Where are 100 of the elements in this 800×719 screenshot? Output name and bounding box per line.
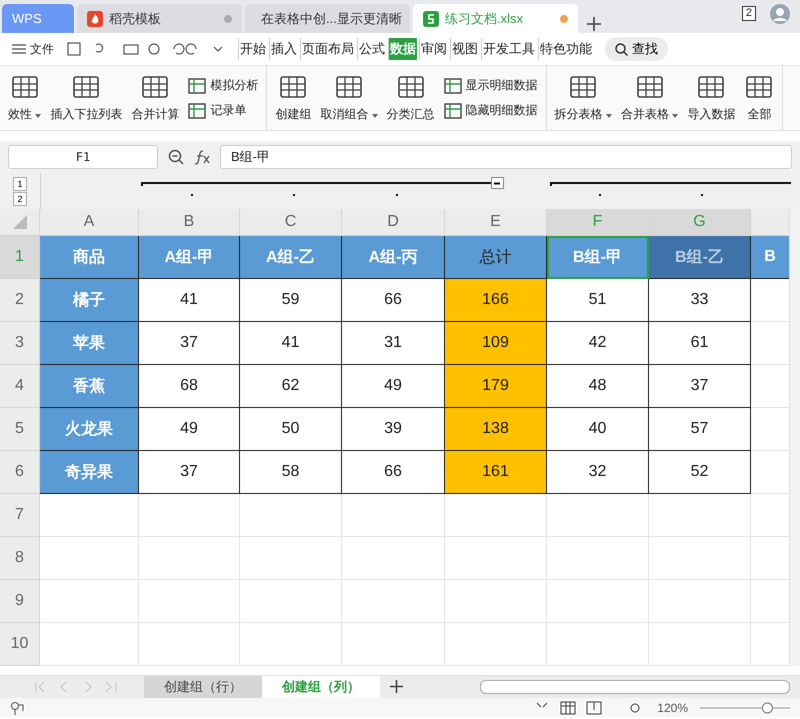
outline-level-button[interactable]: 1 [13, 176, 27, 190]
table-cell: 33 [649, 279, 751, 322]
slider-thumb[interactable] [762, 702, 773, 713]
table-cell: 51 [547, 279, 649, 322]
menu-tab[interactable]: 视图 [450, 38, 479, 60]
row-header[interactable]: 10 [0, 623, 40, 666]
table-cell: 火龙果 [40, 408, 139, 451]
row-header[interactable]: 5 [0, 408, 40, 451]
table-cell: 32 [547, 451, 649, 494]
table-cell: 37 [139, 451, 240, 494]
menu-icon [12, 44, 26, 54]
pin-icon [10, 700, 24, 714]
add-sheet-icon[interactable] [390, 680, 403, 693]
table-cell: 50 [240, 408, 342, 451]
document-tab[interactable]: 稻壳模板 [77, 4, 242, 33]
table-icon [71, 74, 102, 100]
table-cell: 179 [445, 365, 547, 408]
menu-tab[interactable]: 页面布局 [300, 38, 355, 60]
table-cell: 48 [547, 365, 649, 408]
table-cell: 41 [139, 279, 240, 322]
table-icon [188, 102, 206, 118]
table-cell: 40 [547, 408, 649, 451]
spreadsheet-icon [423, 10, 439, 26]
row-header[interactable]: 2 [0, 279, 40, 322]
menu-tab[interactable]: 开发工具 [481, 38, 536, 60]
ribbon-button[interactable]: 全部 [744, 74, 774, 122]
table-icon [568, 74, 598, 100]
ribbon-button[interactable]: 模拟分析 [188, 77, 258, 94]
menu-tab[interactable]: 公式 [357, 38, 386, 60]
avatar-icon[interactable] [770, 4, 790, 24]
table-cell: 61 [649, 322, 751, 365]
document-tab[interactable]: 在表格中创...显示更清晰 [245, 4, 410, 33]
table-cell: 49 [139, 408, 240, 451]
row-header[interactable]: 9 [0, 580, 40, 623]
table-cell: 138 [445, 408, 547, 451]
table-icon [744, 74, 774, 100]
outline-level-button[interactable]: 2 [13, 192, 27, 206]
menu-tab[interactable]: 开始 [238, 38, 267, 60]
zoom-slider[interactable] [700, 700, 790, 714]
ribbon-button[interactable]: 合并计算 [131, 74, 180, 122]
ribbon-button[interactable]: 效性 [8, 74, 42, 122]
column-header[interactable]: D [342, 209, 445, 236]
ribbon-button[interactable]: 合并表格 [621, 74, 678, 122]
formula-field[interactable]: B组-甲 [220, 145, 792, 169]
table-cell: 161 [445, 451, 547, 494]
table-cell: B组-甲 [547, 236, 649, 279]
table-cell: 58 [240, 451, 342, 494]
ribbon-button[interactable]: 取消组合 [320, 74, 378, 122]
window-count-badge[interactable]: 2 [742, 6, 756, 21]
menu-tab[interactable]: 特色功能 [538, 38, 593, 60]
column-header[interactable]: A [40, 209, 139, 236]
name-box[interactable]: F1 [8, 145, 158, 169]
table-cell: 68 [139, 365, 240, 408]
file-menu[interactable]: 文件 [12, 40, 54, 58]
table-icon [10, 74, 40, 100]
table-cell: 商品 [40, 236, 139, 279]
table-cell: 166 [445, 279, 547, 322]
new-tab-icon[interactable] [587, 17, 601, 31]
table-cell: 37 [139, 322, 240, 365]
unsaved-dot-icon [224, 14, 232, 22]
table-cell: B组-乙 [649, 236, 751, 279]
search-button[interactable]: 查找 [605, 37, 668, 61]
corner-triangle-icon [12, 215, 26, 229]
sheet-tab[interactable]: 创建组（行） [144, 676, 262, 698]
table-icon [188, 78, 206, 94]
ribbon-button[interactable]: 显示明细数据 [444, 77, 538, 94]
zoom-icon[interactable] [168, 149, 184, 165]
row-header[interactable]: 8 [0, 537, 40, 580]
table-icon [444, 78, 462, 94]
vertical-scrollbar[interactable] [789, 209, 800, 666]
row-header[interactable]: 6 [0, 451, 40, 494]
table-cell: 41 [240, 322, 342, 365]
table-cell: 苹果 [40, 322, 139, 365]
ribbon-button[interactable]: 隐藏明细数据 [444, 102, 538, 119]
ribbon-button[interactable]: 导入数据 [687, 74, 736, 122]
table-cell: B [751, 236, 790, 279]
unsaved-dot-icon [560, 14, 568, 22]
table-icon [444, 102, 462, 118]
menu-tab[interactable]: 插入 [269, 38, 298, 60]
table-icon [278, 74, 308, 100]
table-cell: 52 [649, 451, 751, 494]
ribbon-button[interactable]: 拆分表格 [554, 74, 612, 122]
table-cell: 总计 [445, 236, 547, 279]
zoom-level[interactable]: 120% [657, 700, 688, 714]
column-header[interactable]: B [139, 209, 240, 236]
ribbon-button[interactable]: 记录单 [188, 102, 258, 119]
search-icon [615, 42, 628, 56]
row-header[interactable]: 4 [0, 365, 40, 408]
function-icon[interactable] [194, 149, 210, 165]
row-header[interactable]: 7 [0, 494, 40, 537]
table-icon [634, 74, 665, 100]
ribbon-button[interactable]: 插入下拉列表 [50, 74, 122, 122]
column-header[interactable]: C [240, 209, 342, 236]
table-icon [140, 74, 170, 100]
ribbon-button[interactable]: 分类汇总 [386, 74, 435, 122]
table-cell: A组-乙 [240, 236, 342, 279]
ribbon-button[interactable]: 创建组 [275, 74, 312, 122]
menu-tab[interactable]: 审阅 [419, 38, 448, 60]
column-header[interactable]: E [445, 209, 547, 236]
row-header[interactable]: 3 [0, 322, 40, 365]
